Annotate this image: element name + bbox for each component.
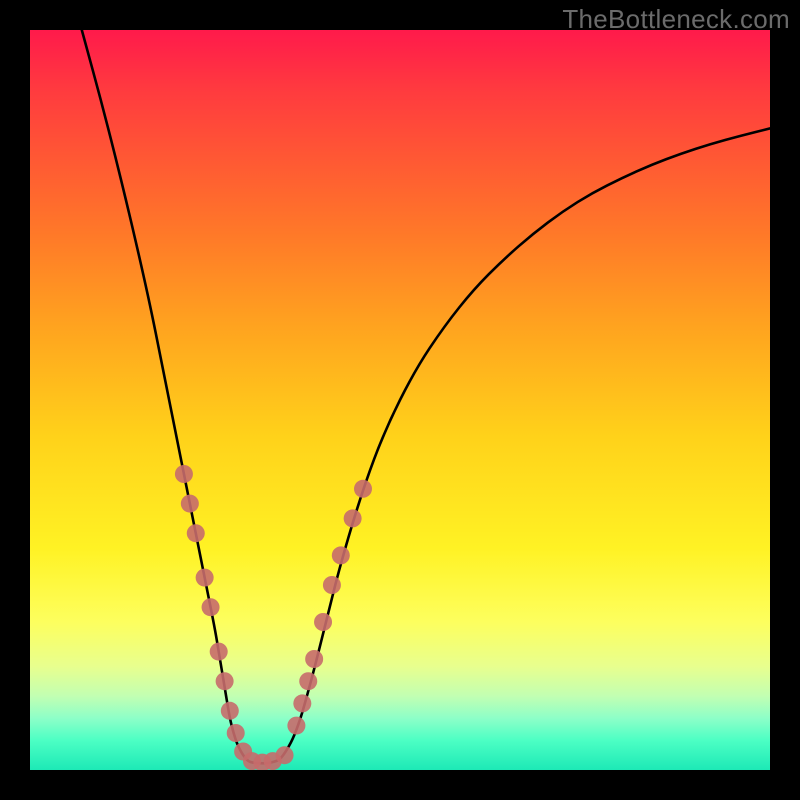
data-point-left bbox=[175, 465, 193, 483]
data-point-right bbox=[287, 717, 305, 735]
data-point-left bbox=[187, 524, 205, 542]
data-point-left bbox=[221, 702, 239, 720]
watermark-text: TheBottleneck.com bbox=[562, 4, 790, 35]
data-point-right bbox=[323, 576, 341, 594]
data-point-left bbox=[196, 569, 214, 587]
data-point-right bbox=[354, 480, 372, 498]
dots-group bbox=[175, 465, 372, 770]
curve-canvas bbox=[30, 30, 770, 770]
data-point-left bbox=[227, 724, 245, 742]
chart-frame: TheBottleneck.com bbox=[0, 0, 800, 800]
data-point-right bbox=[344, 509, 362, 527]
data-point-right bbox=[314, 613, 332, 631]
data-point-right bbox=[293, 694, 311, 712]
data-point-right bbox=[299, 672, 317, 690]
curve-group bbox=[82, 30, 770, 763]
data-point-left bbox=[216, 672, 234, 690]
bottleneck-curve bbox=[82, 30, 770, 763]
plot-area bbox=[30, 30, 770, 770]
data-point-left bbox=[210, 643, 228, 661]
data-point-bottom bbox=[276, 746, 294, 764]
data-point-left bbox=[181, 495, 199, 513]
data-point-right bbox=[305, 650, 323, 668]
data-point-right bbox=[332, 546, 350, 564]
data-point-left bbox=[202, 598, 220, 616]
